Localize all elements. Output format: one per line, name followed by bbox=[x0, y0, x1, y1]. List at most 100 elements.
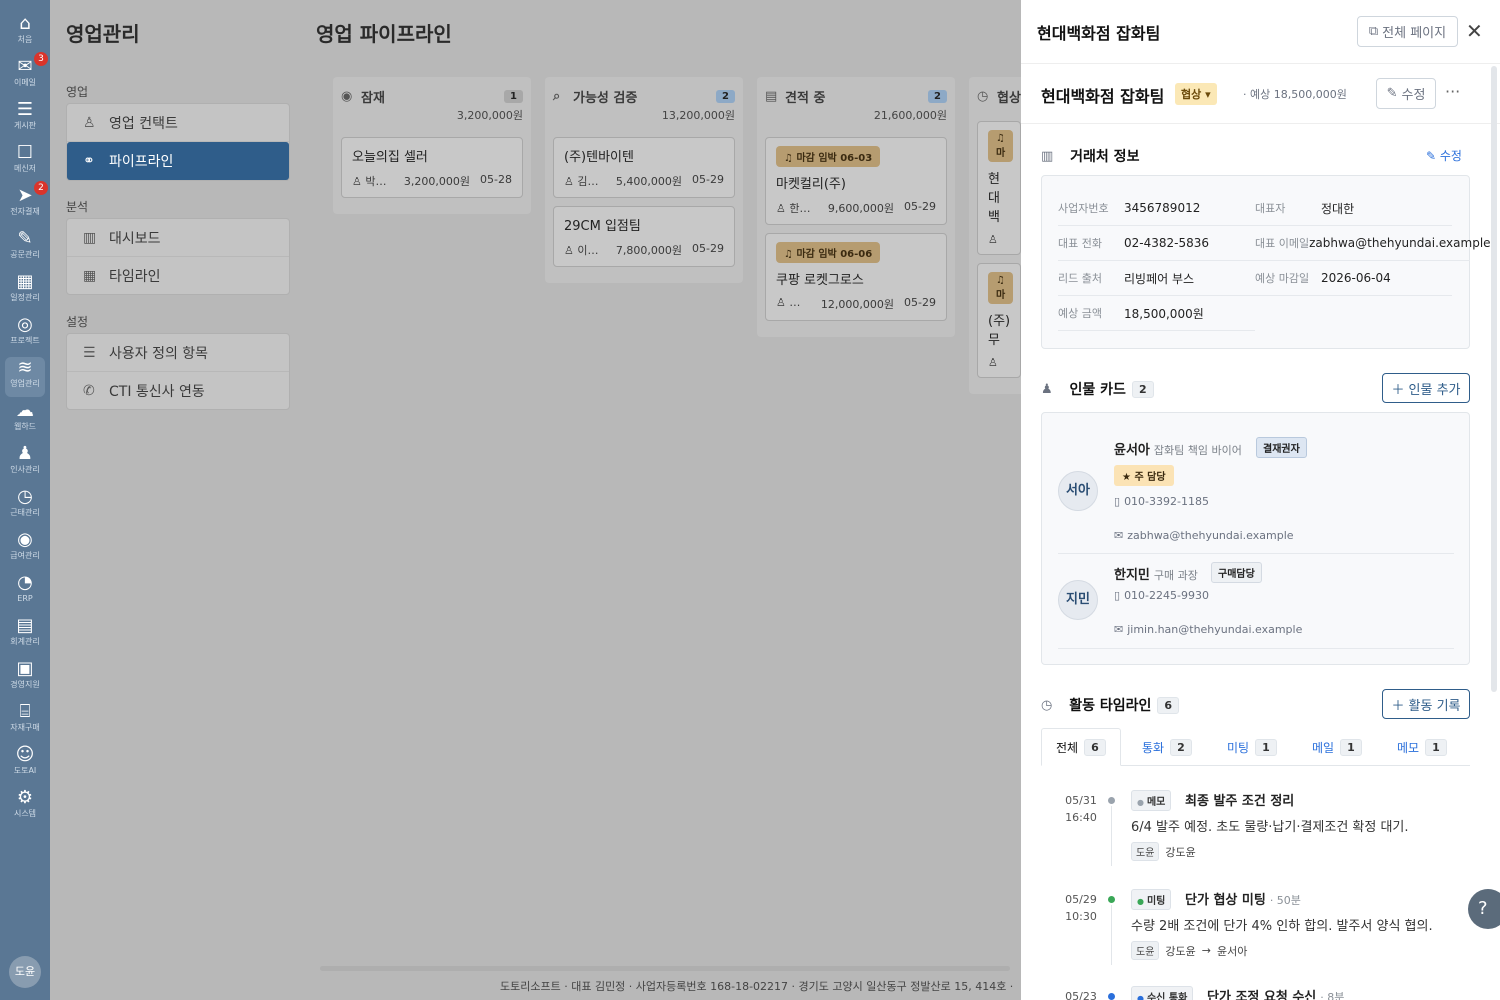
rail-item-0[interactable]: ⌂ 처음 bbox=[0, 13, 50, 53]
menu-item-custom-fields[interactable]: ☰ 사용자 정의 항목 bbox=[67, 334, 289, 372]
menu-group-analysis: ▥ 대시보드 ▦ 타임라인 bbox=[66, 218, 290, 295]
footer-text: 도토리소프트 · 대표 김민정 · 사업자등록번호 168-18-02217 ·… bbox=[500, 980, 1014, 993]
person-email[interactable]: ✉ jimin.han@thehyundai.example bbox=[1114, 623, 1302, 636]
tab-count: 1 bbox=[1255, 738, 1277, 756]
person-phone[interactable]: ▯ 010-2245-9930 bbox=[1114, 589, 1209, 602]
pipeline-column: ◷ 협상 ♫ 마 현대백 ♙ ♫ 마 (주)무 ♙ bbox=[969, 77, 1021, 394]
rail-item-6[interactable]: ▦ 일정관리 bbox=[0, 271, 50, 311]
column-count: 2 bbox=[928, 89, 947, 103]
tab-2[interactable]: 미팅 1 bbox=[1227, 728, 1277, 766]
activity-title[interactable]: 단가 협상 미팅 · 50분 bbox=[1185, 889, 1301, 908]
field-label: 리드 출처 bbox=[1058, 272, 1102, 285]
primary-contact-badge: ★ 주 담당 bbox=[1114, 465, 1174, 486]
rail-item-18[interactable]: ⚙ 시스템 bbox=[0, 787, 50, 827]
menu-item-dashboard[interactable]: ▥ 대시보드 bbox=[67, 219, 289, 257]
menu-item-label: 사용자 정의 항목 bbox=[109, 345, 209, 362]
menu-item-pipeline[interactable]: ⚭ 파이프라인 bbox=[67, 142, 289, 180]
person-phone[interactable]: ▯ 010-3392-1185 bbox=[1114, 495, 1209, 508]
rail-item-5[interactable]: ✎ 공문관리 bbox=[0, 228, 50, 268]
menu-item-contacts[interactable]: ♙ 영업 컨택트 bbox=[67, 104, 289, 142]
status-dot-icon: ● bbox=[1137, 897, 1144, 906]
rail-item-7[interactable]: ◎ 프로젝트 bbox=[0, 314, 50, 354]
menu-item-cti[interactable]: ✆ CTI 통신사 연동 bbox=[67, 372, 289, 410]
deal-card[interactable]: 29CM 입점팀 ♙ 이… 7,800,000원 05-29 bbox=[553, 206, 735, 267]
deal-amount: 7,800,000원 bbox=[615, 244, 683, 257]
author-avatar: 도윤 bbox=[1131, 842, 1160, 861]
deal-meta: ♙ 김… 5,400,000원 05-29 bbox=[564, 173, 724, 189]
menu-item-timeline[interactable]: ▦ 타임라인 bbox=[67, 257, 289, 295]
rail-item-17[interactable]: ☺ 도토AI bbox=[0, 744, 50, 784]
more-icon[interactable]: ··· bbox=[1445, 82, 1460, 101]
rail-item-10[interactable]: ♟ 인사관리 bbox=[0, 443, 50, 483]
deadline-badge: ♫ 마감 임박 06-03 bbox=[776, 146, 881, 167]
account-title-text: 거래처 정보 bbox=[1070, 149, 1140, 165]
add-person-button[interactable]: ＋ 인물 추가 bbox=[1382, 373, 1470, 403]
rail-item-14[interactable]: ▤ 회계관리 bbox=[0, 615, 50, 655]
rail-item-1[interactable]: ✉ 이메일 3 bbox=[0, 52, 50, 96]
rail-item-4[interactable]: ➤ 전자결재 2 bbox=[0, 181, 50, 225]
stage-badge[interactable]: 협상 ▾ bbox=[1175, 83, 1217, 105]
rail-item-3[interactable]: ☐ 메신저 bbox=[0, 142, 50, 182]
coins-icon: ◉ bbox=[17, 529, 33, 550]
tab-4[interactable]: 메모 1 bbox=[1397, 728, 1447, 766]
activity-title[interactable]: 단가 조정 요청 수신 · 8분 bbox=[1207, 986, 1344, 1000]
rail-item-9[interactable]: ☁ 웹하드 bbox=[0, 400, 50, 440]
activity-title-text: 단가 조정 요청 수신 bbox=[1207, 990, 1317, 1000]
panel-scrollbar[interactable] bbox=[1491, 66, 1497, 692]
deal-amount: 12,000,000원 bbox=[820, 298, 895, 311]
calculator-icon: ▤ bbox=[16, 615, 34, 636]
rail-item-8[interactable]: ≋ 영업관리 bbox=[5, 357, 45, 397]
deal-name: 29CM 입점팀 bbox=[564, 219, 641, 234]
user-icon: ♙ bbox=[352, 175, 366, 188]
help-icon[interactable]: ? bbox=[1468, 889, 1500, 929]
menu-item-label: 영업 컨택트 bbox=[109, 115, 178, 132]
rail-item-16[interactable]: ⌸ 자재구매 bbox=[0, 701, 50, 741]
field-value[interactable]: zabhwa@thehyundai.example bbox=[1309, 236, 1490, 250]
rail-item-label: 일정관리 bbox=[10, 293, 40, 302]
rail-item-label: 이메일 bbox=[13, 78, 37, 87]
info-field: 대표 이메일 zabhwa@thehyundai.example bbox=[1255, 226, 1491, 261]
deal-card[interactable]: ♫ 마감 임박 06-03 마켓컬리(주) ♙ 한… 9,600,000원 05-29 bbox=[765, 137, 947, 225]
deal-meta: ♙ … 12,000,000원 05-29 bbox=[776, 296, 936, 312]
full-page-button[interactable]: ⧉ 전체 페이지 bbox=[1357, 16, 1458, 47]
activity-type-label: 미팅 bbox=[1146, 896, 1166, 907]
deal-card[interactable]: ♫ 마 (주)무 ♙ bbox=[977, 263, 1021, 378]
horizontal-scrollbar[interactable] bbox=[320, 966, 1010, 971]
tab-label: 전체 bbox=[1056, 740, 1079, 755]
rail-item-15[interactable]: ▣ 경영지원 bbox=[0, 658, 50, 698]
deal-card[interactable]: ♫ 마 현대백 ♙ bbox=[977, 121, 1021, 255]
divider bbox=[1021, 123, 1500, 124]
rail-item-label: 회계관리 bbox=[10, 637, 40, 646]
edit-icon: ✎ bbox=[1386, 86, 1398, 101]
panel-title: 현대백화점 잡화팀 bbox=[1037, 24, 1161, 43]
column-count: 2 bbox=[716, 89, 735, 103]
tab-count: 1 bbox=[1425, 738, 1447, 756]
person-email[interactable]: ✉ zabhwa@thehyundai.example bbox=[1114, 529, 1294, 542]
deal-date: 05-29 bbox=[904, 200, 936, 213]
user-avatar[interactable]: 도윤 bbox=[9, 956, 41, 988]
column-count: 1 bbox=[504, 89, 523, 103]
email-text: zabhwa@thehyundai.example bbox=[1127, 529, 1294, 542]
tab-1[interactable]: 통화 2 bbox=[1142, 728, 1192, 766]
account-edit-link[interactable]: ✎ 수정 bbox=[1426, 147, 1462, 164]
deal-card[interactable]: (주)텐바이텐 ♙ 김… 5,400,000원 05-29 bbox=[553, 137, 735, 198]
rail-item-13[interactable]: ◔ ERP bbox=[0, 572, 50, 612]
pipeline-icon: ⚭ bbox=[83, 153, 95, 169]
deal-date: 05-29 bbox=[692, 242, 724, 255]
rail-item-2[interactable]: ☰ 게시판 bbox=[0, 99, 50, 139]
account-section-title: ▥ 거래처 정보 bbox=[1041, 146, 1139, 166]
rail-item-12[interactable]: ◉ 급여관리 bbox=[0, 529, 50, 569]
tab-3[interactable]: 메일 1 bbox=[1312, 728, 1362, 766]
add-activity-button[interactable]: ＋ 활동 기록 bbox=[1382, 689, 1470, 719]
deal-card[interactable]: ♫ 마감 임박 06-06 쿠팡 로켓그로스 ♙ … 12,000,000원 05-29 bbox=[765, 233, 947, 321]
tab-0[interactable]: 전체 6 bbox=[1041, 728, 1121, 766]
rail-item-11[interactable]: ◷ 근태관리 bbox=[0, 486, 50, 526]
deal-card[interactable]: 오늘의집 셀러 ♙ 박… 3,200,000원 05-28 bbox=[341, 137, 523, 198]
rail-item-label: 공문관리 bbox=[10, 250, 40, 259]
activity-title[interactable]: 최종 발주 조건 정리 bbox=[1185, 790, 1298, 809]
timeline-dot bbox=[1108, 797, 1115, 804]
column-total: 21,600,000원 bbox=[873, 109, 947, 122]
edit-deal-button[interactable]: ✎ 수정 bbox=[1376, 78, 1436, 109]
close-icon[interactable]: ✕ bbox=[1466, 20, 1483, 42]
chat-icon: ☐ bbox=[16, 142, 34, 163]
